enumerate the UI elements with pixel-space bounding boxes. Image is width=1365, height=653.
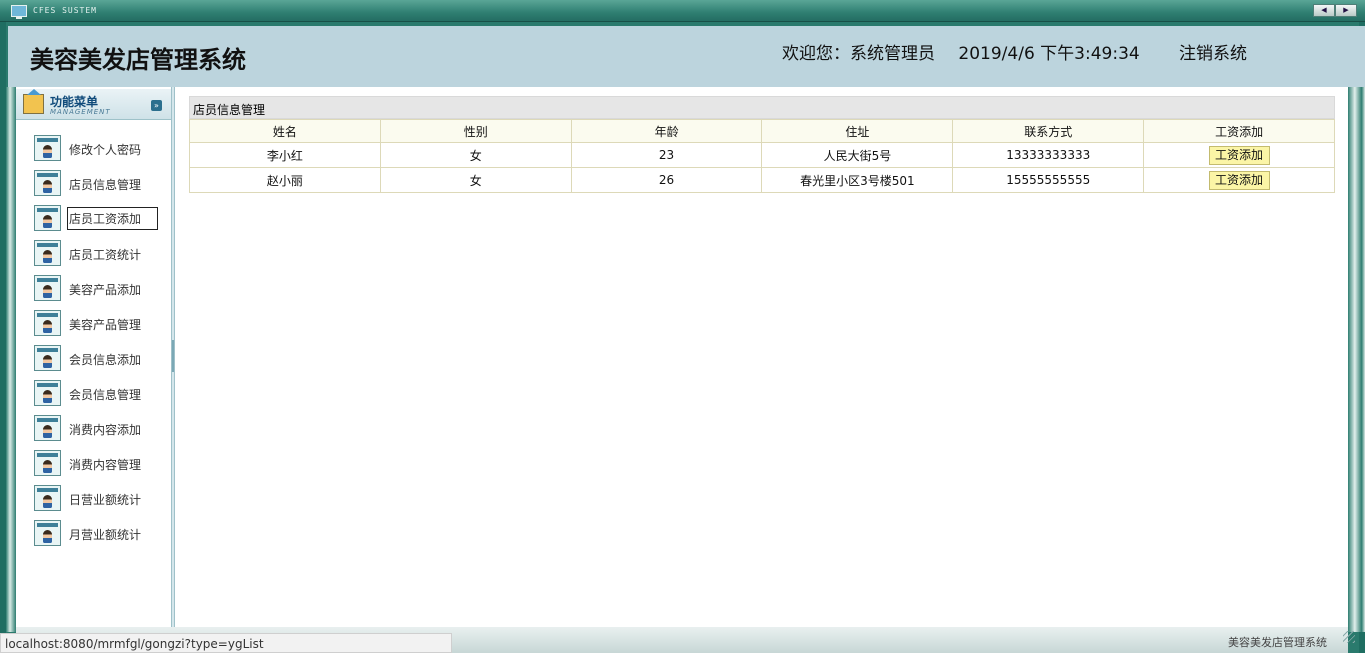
- cell-action: 工资添加: [1143, 142, 1335, 168]
- user-card-icon: [34, 310, 61, 336]
- sidebar-item-label: 月营业额统计: [69, 528, 142, 542]
- user-card-icon: [34, 170, 61, 196]
- user-card-icon: [34, 380, 61, 406]
- cell-phone: 13333333333: [952, 142, 1145, 168]
- staff-info-panel: 店员信息管理 姓名 性别 年龄 住址 联系方式 工资添加 李小红 女 23 人民…: [189, 96, 1335, 193]
- column-header-age: 年龄: [570, 119, 763, 143]
- column-header-name: 姓名: [189, 119, 381, 143]
- sidebar-item-consumption-add[interactable]: 消费内容添加: [34, 415, 169, 443]
- user-card-icon: [34, 275, 61, 301]
- sidebar-item-member-add[interactable]: 会员信息添加: [34, 345, 169, 373]
- sidebar-item-change-password[interactable]: 修改个人密码: [34, 135, 169, 163]
- sidebar-item-daily-revenue[interactable]: 日营业额统计: [34, 485, 169, 513]
- app-title: 美容美发店管理系统: [30, 46, 246, 74]
- app-header: 美容美发店管理系统 欢迎您：系统管理员 2019/4/6 下午3:49:34 注…: [8, 26, 1365, 87]
- home-icon: [23, 89, 44, 114]
- user-card-icon: [34, 240, 61, 266]
- cell-address: 人民大街5号: [761, 142, 954, 168]
- sidebar-item-label: 会员信息管理: [69, 388, 142, 402]
- column-header-address: 住址: [761, 119, 954, 143]
- staff-table: 姓名 性别 年龄 住址 联系方式 工资添加 李小红 女 23 人民大街5号 13…: [189, 119, 1335, 193]
- user-card-icon: [34, 450, 61, 476]
- cell-age: 23: [570, 142, 763, 168]
- sidebar-item-label: 店员信息管理: [69, 178, 142, 192]
- wage-add-button[interactable]: 工资添加: [1208, 145, 1270, 165]
- cell-action: 工资添加: [1143, 167, 1335, 193]
- sidebar-item-label: 日营业额统计: [69, 493, 142, 507]
- logout-link[interactable]: 注销系统: [1179, 39, 1247, 64]
- next-button[interactable]: ▶: [1335, 4, 1357, 17]
- sidebar-item-staff-info[interactable]: 店员信息管理: [34, 170, 169, 198]
- sidebar-item-label: 消费内容管理: [69, 458, 142, 472]
- footer-system-name: 美容美发店管理系统: [1228, 636, 1327, 649]
- window-nav-buttons: ◀ ▶: [1313, 4, 1357, 17]
- datetime-text: 2019/4/6 下午3:49:34: [958, 44, 1140, 64]
- column-header-phone: 联系方式: [952, 119, 1145, 143]
- sidebar-item-label: 修改个人密码: [69, 143, 142, 157]
- cell-age: 26: [570, 167, 763, 193]
- panel-title: 店员信息管理: [189, 96, 1335, 119]
- user-card-icon: [34, 415, 61, 441]
- cell-name: 李小红: [189, 142, 381, 168]
- sidebar-item-staff-wage-add[interactable]: 店员工资添加: [34, 205, 169, 233]
- column-header-gender: 性别: [379, 119, 572, 143]
- sidebar-item-label: 美容产品管理: [69, 318, 142, 332]
- sidebar-item-label: 店员工资添加: [67, 207, 158, 230]
- sidebar-item-label: 美容产品添加: [69, 283, 142, 297]
- sidebar-item-consumption-manage[interactable]: 消费内容管理: [34, 450, 169, 478]
- menu-header: 功能菜单 MANAGEMENT »: [16, 89, 171, 120]
- system-name: CFES SUSTEM: [33, 6, 97, 15]
- cell-gender: 女: [379, 167, 572, 193]
- user-card-icon: [34, 135, 61, 161]
- table-row: 赵小丽 女 26 春光里小区3号楼501 15555555555 工资添加: [189, 167, 1335, 193]
- cell-address: 春光里小区3号楼501: [761, 167, 954, 193]
- right-border: [1348, 87, 1365, 632]
- sidebar-item-product-manage[interactable]: 美容产品管理: [34, 310, 169, 338]
- window-title-bar: CFES SUSTEM ◀ ▶: [0, 0, 1365, 22]
- table-header-row: 姓名 性别 年龄 住址 联系方式 工资添加: [189, 119, 1335, 143]
- prev-button[interactable]: ◀: [1313, 4, 1335, 17]
- user-info: 欢迎您：系统管理员 2019/4/6 下午3:49:34: [782, 39, 1158, 64]
- table-row: 李小红 女 23 人民大街5号 13333333333 工资添加: [189, 142, 1335, 168]
- user-card-icon: [34, 485, 61, 511]
- welcome-text: 欢迎您：系统管理员: [782, 44, 935, 64]
- cell-phone: 15555555555: [952, 167, 1145, 193]
- menu-subtitle: MANAGEMENT: [50, 108, 111, 116]
- monitor-icon: [11, 5, 27, 19]
- column-header-wage-add: 工资添加: [1143, 119, 1335, 143]
- wage-add-button[interactable]: 工资添加: [1208, 170, 1270, 190]
- sidebar-item-member-manage[interactable]: 会员信息管理: [34, 380, 169, 408]
- resize-grip-icon[interactable]: [1343, 631, 1355, 643]
- cell-name: 赵小丽: [189, 167, 381, 193]
- collapse-icon[interactable]: »: [151, 100, 162, 111]
- user-card-icon: [34, 520, 61, 546]
- splitter-grip[interactable]: [172, 340, 174, 372]
- sidebar-item-monthly-revenue[interactable]: 月营业额统计: [34, 520, 169, 548]
- cell-gender: 女: [379, 142, 572, 168]
- sidebar-item-label: 消费内容添加: [69, 423, 142, 437]
- main-content: 店员信息管理 姓名 性别 年龄 住址 联系方式 工资添加 李小红 女 23 人民…: [175, 87, 1348, 627]
- sidebar-item-product-add[interactable]: 美容产品添加: [34, 275, 169, 303]
- status-url: localhost:8080/mrmfgl/gongzi?type=ygList: [0, 633, 452, 653]
- user-card-icon: [34, 205, 61, 231]
- sidebar-item-label: 店员工资统计: [69, 248, 142, 262]
- sidebar-item-staff-wage-stats[interactable]: 店员工资统计: [34, 240, 169, 268]
- left-border: [6, 87, 16, 632]
- sidebar-item-label: 会员信息添加: [69, 353, 142, 367]
- user-card-icon: [34, 345, 61, 371]
- sidebar-menu: 功能菜单 MANAGEMENT » 修改个人密码 店员信息管理 店员工资添加 店…: [16, 87, 171, 627]
